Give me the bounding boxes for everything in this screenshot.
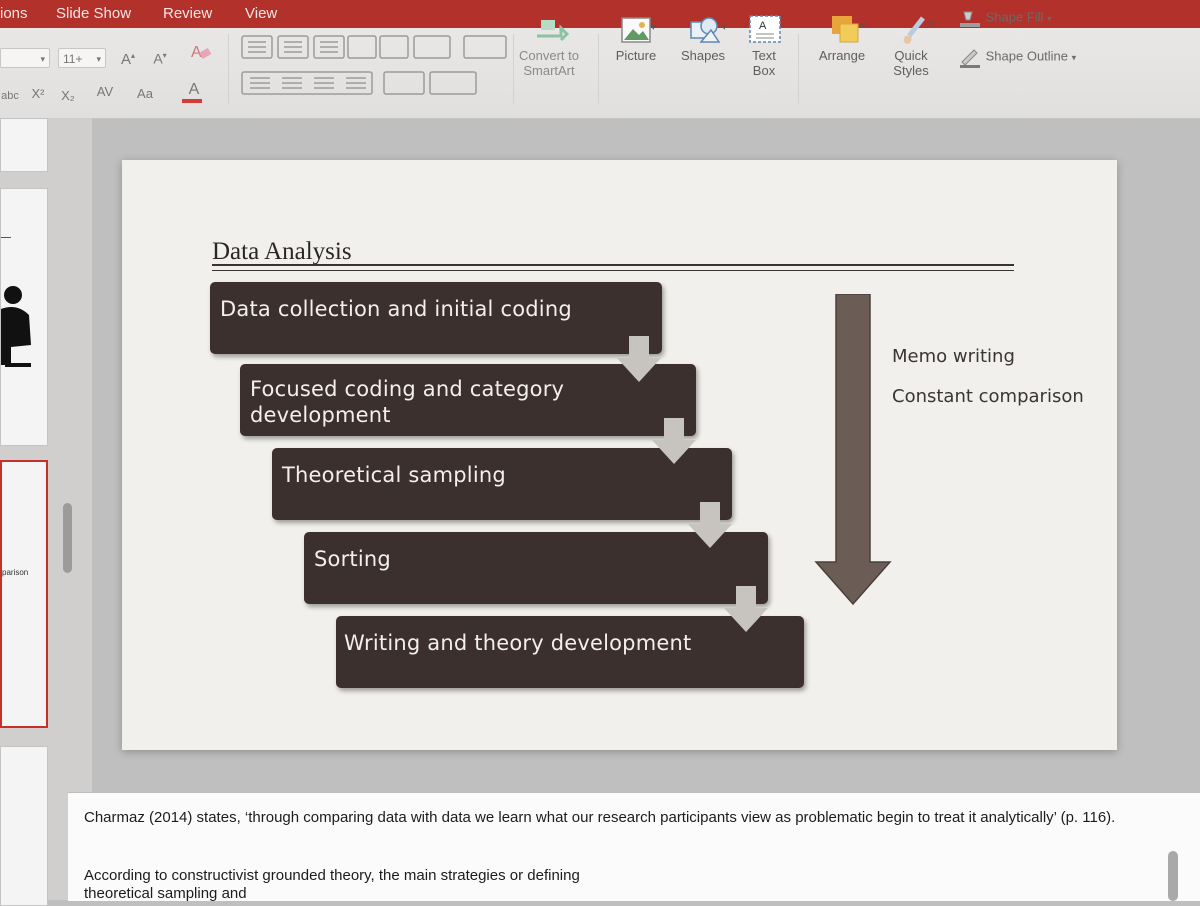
down-arrow-icon — [652, 418, 696, 464]
long-down-arrow-icon — [814, 294, 892, 606]
convert-smartart-button[interactable]: Convert to SmartArt — [508, 14, 590, 78]
arrange-icon: ▾ — [824, 14, 866, 44]
font-color-label: A — [188, 81, 200, 98]
shape-fill-label: Shape Fill — [985, 9, 1044, 25]
quick-styles-label-line2: Styles — [893, 63, 929, 78]
slide-title[interactable]: Data Analysis — [212, 238, 352, 266]
ribbon-divider — [798, 34, 799, 104]
font-name-select[interactable]: ▾ — [0, 48, 50, 68]
tab-slide-show[interactable]: Slide Show — [56, 5, 131, 22]
superscript-button[interactable]: X² — [26, 84, 50, 104]
ribbon: ions Slide Show Review View ▾ 11+ ▾ A▴ A… — [0, 0, 1200, 119]
eraser-icon: A — [191, 44, 212, 61]
notes-paragraph[interactable]: theoretical sampling and — [84, 885, 1134, 903]
person-silhouette-icon — [1, 286, 31, 367]
tab-view[interactable]: View — [245, 5, 277, 22]
svg-text:▾: ▾ — [861, 20, 866, 30]
speaker-notes-pane[interactable]: Charmaz (2014) states, ‘through comparin… — [68, 792, 1200, 903]
slide-canvas[interactable]: Data Analysis Data collection and initia… — [122, 160, 1117, 750]
shape-outline-label: Shape Outline — [985, 48, 1069, 64]
grow-font-label: A — [120, 51, 131, 68]
shrink-font-label: A — [153, 50, 163, 67]
change-case-button[interactable]: Aa — [130, 84, 160, 104]
chevron-down-icon: ▾ — [40, 54, 45, 64]
side-label-constant-comparison: Constant comparison — [892, 386, 1084, 407]
ribbon-divider — [598, 34, 599, 104]
svg-text:▾: ▾ — [651, 22, 656, 32]
textbox-icon: A — [746, 14, 782, 44]
font-color-swatch — [182, 99, 202, 103]
picture-icon: ▾ — [618, 14, 656, 44]
grow-font-button[interactable]: A▴ — [114, 46, 142, 68]
shrink-font-button[interactable]: A▾ — [146, 46, 174, 67]
process-step[interactable]: Data collection and initial coding — [210, 282, 662, 354]
shape-outline-button[interactable]: Shape Outline ▾ — [958, 46, 1076, 68]
slide-thumbnail-selected[interactable]: parison — [0, 460, 48, 728]
change-case-label: Aa — [137, 86, 153, 101]
textbox-label-line2: Box — [752, 63, 776, 78]
svg-text:▾: ▾ — [722, 22, 727, 32]
strikethrough-button[interactable]: abc — [0, 86, 20, 106]
title-rule — [212, 270, 1014, 271]
pencil-icon — [960, 49, 980, 68]
shapes-button[interactable]: ▾ Shapes — [672, 14, 734, 63]
process-step-label: Theoretical sampling — [282, 463, 506, 487]
chevron-down-icon: ▾ — [1047, 13, 1052, 24]
thumbnail-text: parison — [2, 568, 29, 577]
chevron-down-icon: ▾ — [1071, 52, 1077, 63]
quick-styles-button[interactable]: ▾ Quick Styles — [880, 14, 942, 78]
slide-thumbnail[interactable] — [0, 118, 48, 172]
arrange-label: Arrange — [818, 48, 866, 63]
shape-fill-button[interactable]: Shape Fill ▾ — [958, 8, 1052, 28]
convert-smartart-label-line2: SmartArt — [523, 63, 575, 78]
process-step-label: Focused coding and category development — [250, 377, 565, 427]
tab-review[interactable]: Review — [163, 5, 212, 22]
process-step-label: Writing and theory development — [344, 631, 692, 655]
svg-text:▾: ▾ — [929, 18, 934, 28]
thumbnail-line — [1, 237, 11, 238]
down-arrow-icon — [724, 586, 768, 632]
svg-text:A: A — [759, 20, 767, 32]
char-spacing-label: AV — [96, 84, 114, 99]
notes-paragraph[interactable]: According to constructivist grounded the… — [84, 867, 1134, 885]
thumbnail-scrollbar[interactable] — [63, 503, 72, 573]
font-color-button[interactable]: A — [176, 80, 212, 103]
textbox-button[interactable]: A Text Box — [742, 14, 786, 78]
font-size-select[interactable]: 11+ ▾ — [58, 48, 106, 68]
subscript-button[interactable]: X₂ — [56, 86, 80, 106]
down-arrow-icon — [617, 336, 661, 382]
paintbrush-icon: ▾ — [893, 14, 934, 44]
slide-thumbnail[interactable] — [0, 746, 48, 906]
textbox-label-line1: Text — [752, 48, 776, 63]
slide-thumbnail-pane: parison — [0, 118, 92, 906]
picture-button[interactable]: ▾ Picture — [608, 14, 664, 63]
paragraph-tools-icon — [241, 35, 507, 95]
shapes-label: Shapes — [680, 48, 726, 63]
arrange-button[interactable]: ▾ Arrange — [808, 14, 876, 63]
slide-thumbnail[interactable] — [0, 188, 48, 446]
smartart-icon — [531, 14, 570, 44]
title-rule — [212, 264, 1014, 266]
down-arrow-icon — [688, 502, 732, 548]
picture-label: Picture — [615, 48, 657, 63]
process-step-label: Data collection and initial coding — [220, 297, 572, 321]
quick-styles-label-line1: Quick — [894, 48, 928, 63]
paint-bucket-icon — [960, 11, 980, 27]
ribbon-divider — [228, 34, 229, 104]
shapes-icon: ▾ — [685, 14, 727, 44]
font-size-value: 11+ — [63, 52, 83, 66]
character-spacing-button[interactable]: AV — [90, 82, 120, 102]
notes-scrollbar[interactable] — [1168, 851, 1178, 901]
side-label-memo-writing: Memo writing — [892, 346, 1015, 367]
notes-paragraph[interactable]: Charmaz (2014) states, ‘through comparin… — [84, 809, 1134, 827]
clear-formatting-button[interactable]: A — [186, 40, 216, 61]
convert-smartart-label-line1: Convert to — [519, 48, 579, 63]
tab-transitions[interactable]: ions — [0, 5, 28, 22]
process-step-label: Sorting — [314, 547, 391, 571]
chevron-down-icon: ▾ — [96, 54, 101, 64]
